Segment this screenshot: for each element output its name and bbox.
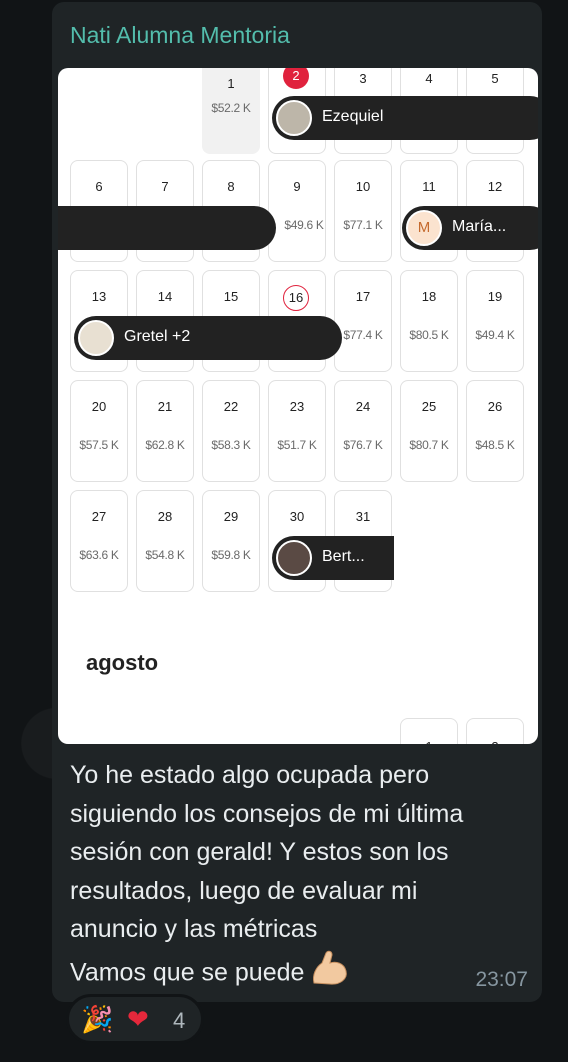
day-number: 3 xyxy=(359,71,367,86)
day-number: 11 xyxy=(422,179,436,194)
calendar-day-20: 20 $57.5 K xyxy=(70,380,128,482)
message-line: sesión con gerald! Y estos son los xyxy=(70,838,449,866)
day-number: 1 xyxy=(227,76,235,91)
day-number: 10 xyxy=(355,179,371,194)
today-marker: 2 xyxy=(283,68,309,89)
message-line: Vamos que se puede xyxy=(70,957,305,986)
day-number: 30 xyxy=(289,509,305,524)
red-heart-icon: ❤ xyxy=(127,1004,149,1034)
reservation-bar xyxy=(58,206,276,250)
day-number: 21 xyxy=(157,399,173,414)
day-number: 26 xyxy=(487,399,503,414)
day-price: $58.3 K xyxy=(211,438,251,452)
message-timestamp: 23:07 xyxy=(475,968,528,991)
day-number: 29 xyxy=(223,509,239,524)
day-price: $49.6 K xyxy=(284,218,324,232)
guest-name: Ezequiel xyxy=(322,108,384,125)
day-price: $57.5 K xyxy=(79,438,119,452)
reservation-ezequiel: Ezequiel xyxy=(272,96,538,140)
day-number: 12 xyxy=(487,179,503,194)
calendar-day-9: 9 $49.6 K xyxy=(268,160,326,262)
message-line: anuncio y las métricas xyxy=(70,915,318,943)
calendar-day-18: 18 $80.5 K xyxy=(400,270,458,372)
calendar-next-day-1: 1 xyxy=(400,718,458,744)
calendar-day-19: 19 $49.4 K xyxy=(466,270,524,372)
day-number: 31 xyxy=(355,509,371,524)
day-number: 15 xyxy=(223,289,239,304)
calendar-day-23: 23 $51.7 K xyxy=(268,380,326,482)
calendar-day-21: 21 $62.8 K xyxy=(136,380,194,482)
day-price: $49.4 K xyxy=(475,328,515,342)
guest-avatar xyxy=(78,320,114,356)
day-price: $80.7 K xyxy=(409,438,449,452)
sender-name[interactable]: Nati Alumna Mentoria xyxy=(70,22,290,49)
day-price: $80.5 K xyxy=(409,328,449,342)
calendar-day-1: 1 $52.2 K xyxy=(202,68,260,154)
day-price: $62.8 K xyxy=(145,438,185,452)
day-price: $48.5 K xyxy=(475,438,515,452)
calendar-day-28: 28 $54.8 K xyxy=(136,490,194,592)
guest-avatar xyxy=(276,540,312,576)
day-number: 14 xyxy=(157,289,173,304)
guest-avatar xyxy=(276,100,312,136)
guest-name: María... xyxy=(452,218,507,235)
day-number: 28 xyxy=(157,509,173,524)
day-price: $52.2 K xyxy=(211,101,251,115)
calendar-day-26: 26 $48.5 K xyxy=(466,380,524,482)
selected-day-marker: 16 xyxy=(283,285,309,311)
calendar-day-24: 24 $76.7 K xyxy=(334,380,392,482)
day-number: 4 xyxy=(425,71,433,86)
day-number: 17 xyxy=(355,289,371,304)
message-line: siguiendo los consejos de mi última xyxy=(70,799,464,828)
day-price: $54.8 K xyxy=(145,548,185,562)
day-price: $63.6 K xyxy=(79,548,119,562)
day-number: 18 xyxy=(421,289,437,304)
guest-initial-avatar: M xyxy=(406,210,442,246)
message-line-last: Vamos que se puede xyxy=(70,949,534,999)
message-bubble[interactable]: Nati Alumna Mentoria 1 $52.2 K 2 3 4 5 6… xyxy=(52,2,542,1002)
day-number: 23 xyxy=(289,399,305,414)
reactions-bar[interactable]: 🎉 ❤ 4 xyxy=(66,994,204,1044)
calendar-day-10: 10 $77.1 K xyxy=(334,160,392,262)
reservation-gretel: Gretel +2 xyxy=(74,316,342,360)
reservation-maria: M María... xyxy=(402,206,538,250)
day-price: $59.8 K xyxy=(211,548,251,562)
message-line: resultados, luego de evaluar mi xyxy=(70,876,418,905)
day-price: $51.7 K xyxy=(277,438,317,452)
reaction-count: 4 xyxy=(173,1008,186,1033)
day-number: 8 xyxy=(227,179,235,194)
day-number: 5 xyxy=(491,71,499,86)
guest-name: Gretel +2 xyxy=(124,328,191,345)
calendar-day-22: 22 $58.3 K xyxy=(202,380,260,482)
day-number: 27 xyxy=(91,509,107,524)
shared-screenshot-image[interactable]: 1 $52.2 K 2 3 4 5 6 7 8 9 $49.6 K 10 $77.1… xyxy=(58,68,538,744)
month-heading: agosto xyxy=(86,650,159,675)
party-popper-icon: 🎉 xyxy=(81,1004,114,1034)
calendar-day-17: 17 $77.4 K xyxy=(334,270,392,372)
message-line: Yo he estado algo ocupada pero xyxy=(70,761,430,789)
flexed-biceps-icon xyxy=(310,949,350,999)
day-number: 6 xyxy=(95,179,103,194)
day-number: 22 xyxy=(223,399,239,414)
calendar-day-29: 29 $59.8 K xyxy=(202,490,260,592)
day-price: $77.4 K xyxy=(343,328,383,342)
guest-name: Bert... xyxy=(322,548,365,565)
calendar-next-day-2: 2 xyxy=(466,718,524,744)
day-number: 7 xyxy=(161,179,169,194)
day-number: 9 xyxy=(293,179,301,194)
day-number: 20 xyxy=(91,399,107,414)
calendar-day-27: 27 $63.6 K xyxy=(70,490,128,592)
day-number: 1 xyxy=(401,739,457,744)
reservation-bert: Bert... xyxy=(272,536,394,580)
day-price: $76.7 K xyxy=(343,438,383,452)
day-number: 19 xyxy=(487,289,503,304)
day-number: 2 xyxy=(467,739,523,744)
message-text: Yo he estado algo ocupada pero siguiendo… xyxy=(70,756,534,998)
day-number: 25 xyxy=(421,399,437,414)
day-price: $77.1 K xyxy=(343,218,383,232)
day-number: 13 xyxy=(91,289,107,304)
calendar-day-25: 25 $80.7 K xyxy=(400,380,458,482)
day-number: 24 xyxy=(355,399,371,414)
